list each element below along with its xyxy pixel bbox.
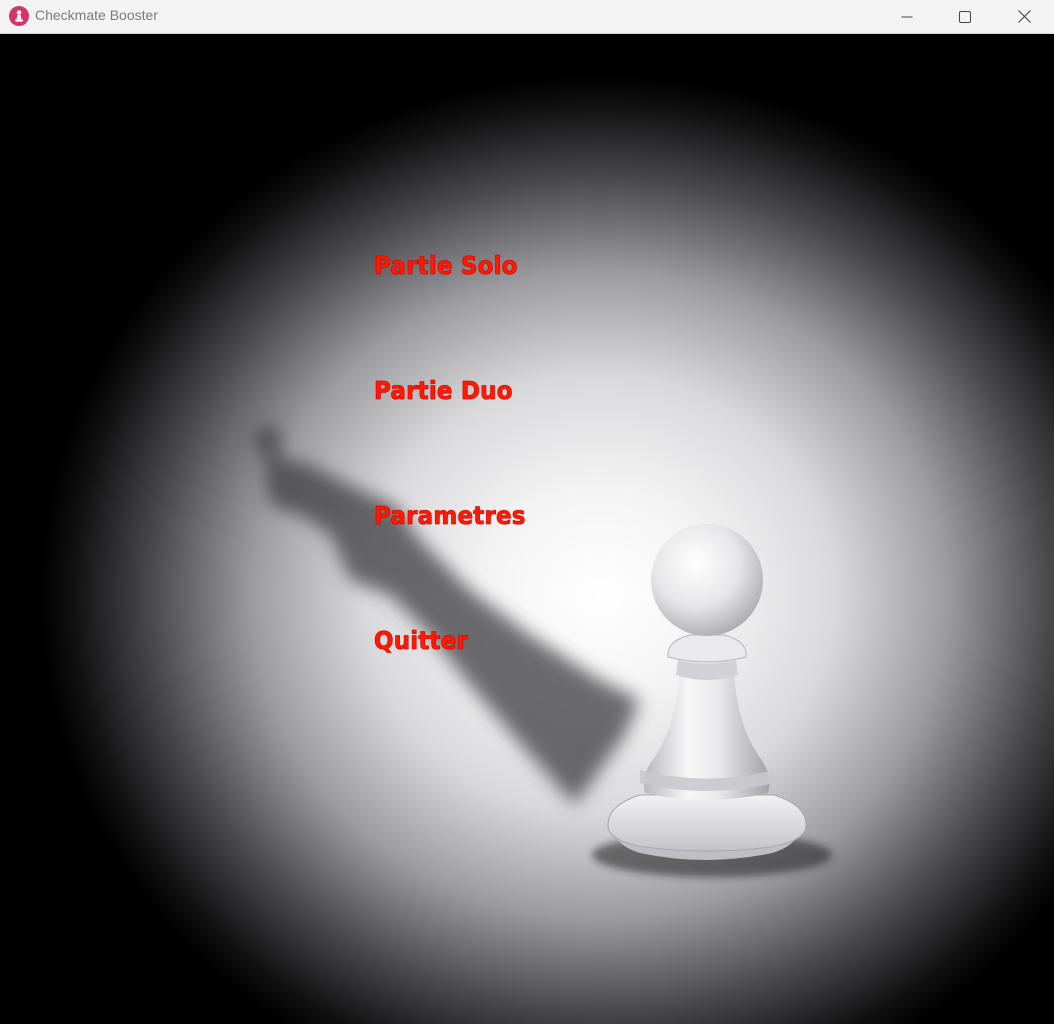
window-title: Checkmate Booster bbox=[35, 7, 158, 23]
white-pawn-piece bbox=[607, 524, 807, 860]
duo-game-button[interactable]: Partie Duo bbox=[374, 376, 513, 406]
minimize-icon bbox=[901, 16, 913, 17]
solo-game-button[interactable]: Partie Solo bbox=[374, 251, 518, 281]
settings-button[interactable]: Parametres bbox=[374, 501, 526, 531]
quit-button[interactable]: Quitter bbox=[374, 626, 468, 656]
close-icon bbox=[1017, 10, 1031, 23]
minimize-button[interactable] bbox=[878, 0, 936, 33]
close-button[interactable] bbox=[994, 0, 1054, 33]
chess-pawn-app-icon bbox=[9, 6, 29, 26]
maximize-icon bbox=[959, 10, 971, 23]
maximize-button[interactable] bbox=[936, 0, 994, 33]
app-window: Checkmate Booster Partie Solo Partie Duo… bbox=[0, 0, 1054, 1024]
main-menu-scene bbox=[0, 35, 1054, 1024]
king-shadow bbox=[254, 426, 640, 805]
background-artwork bbox=[254, 426, 832, 877]
title-bar[interactable]: Checkmate Booster bbox=[0, 0, 1054, 34]
